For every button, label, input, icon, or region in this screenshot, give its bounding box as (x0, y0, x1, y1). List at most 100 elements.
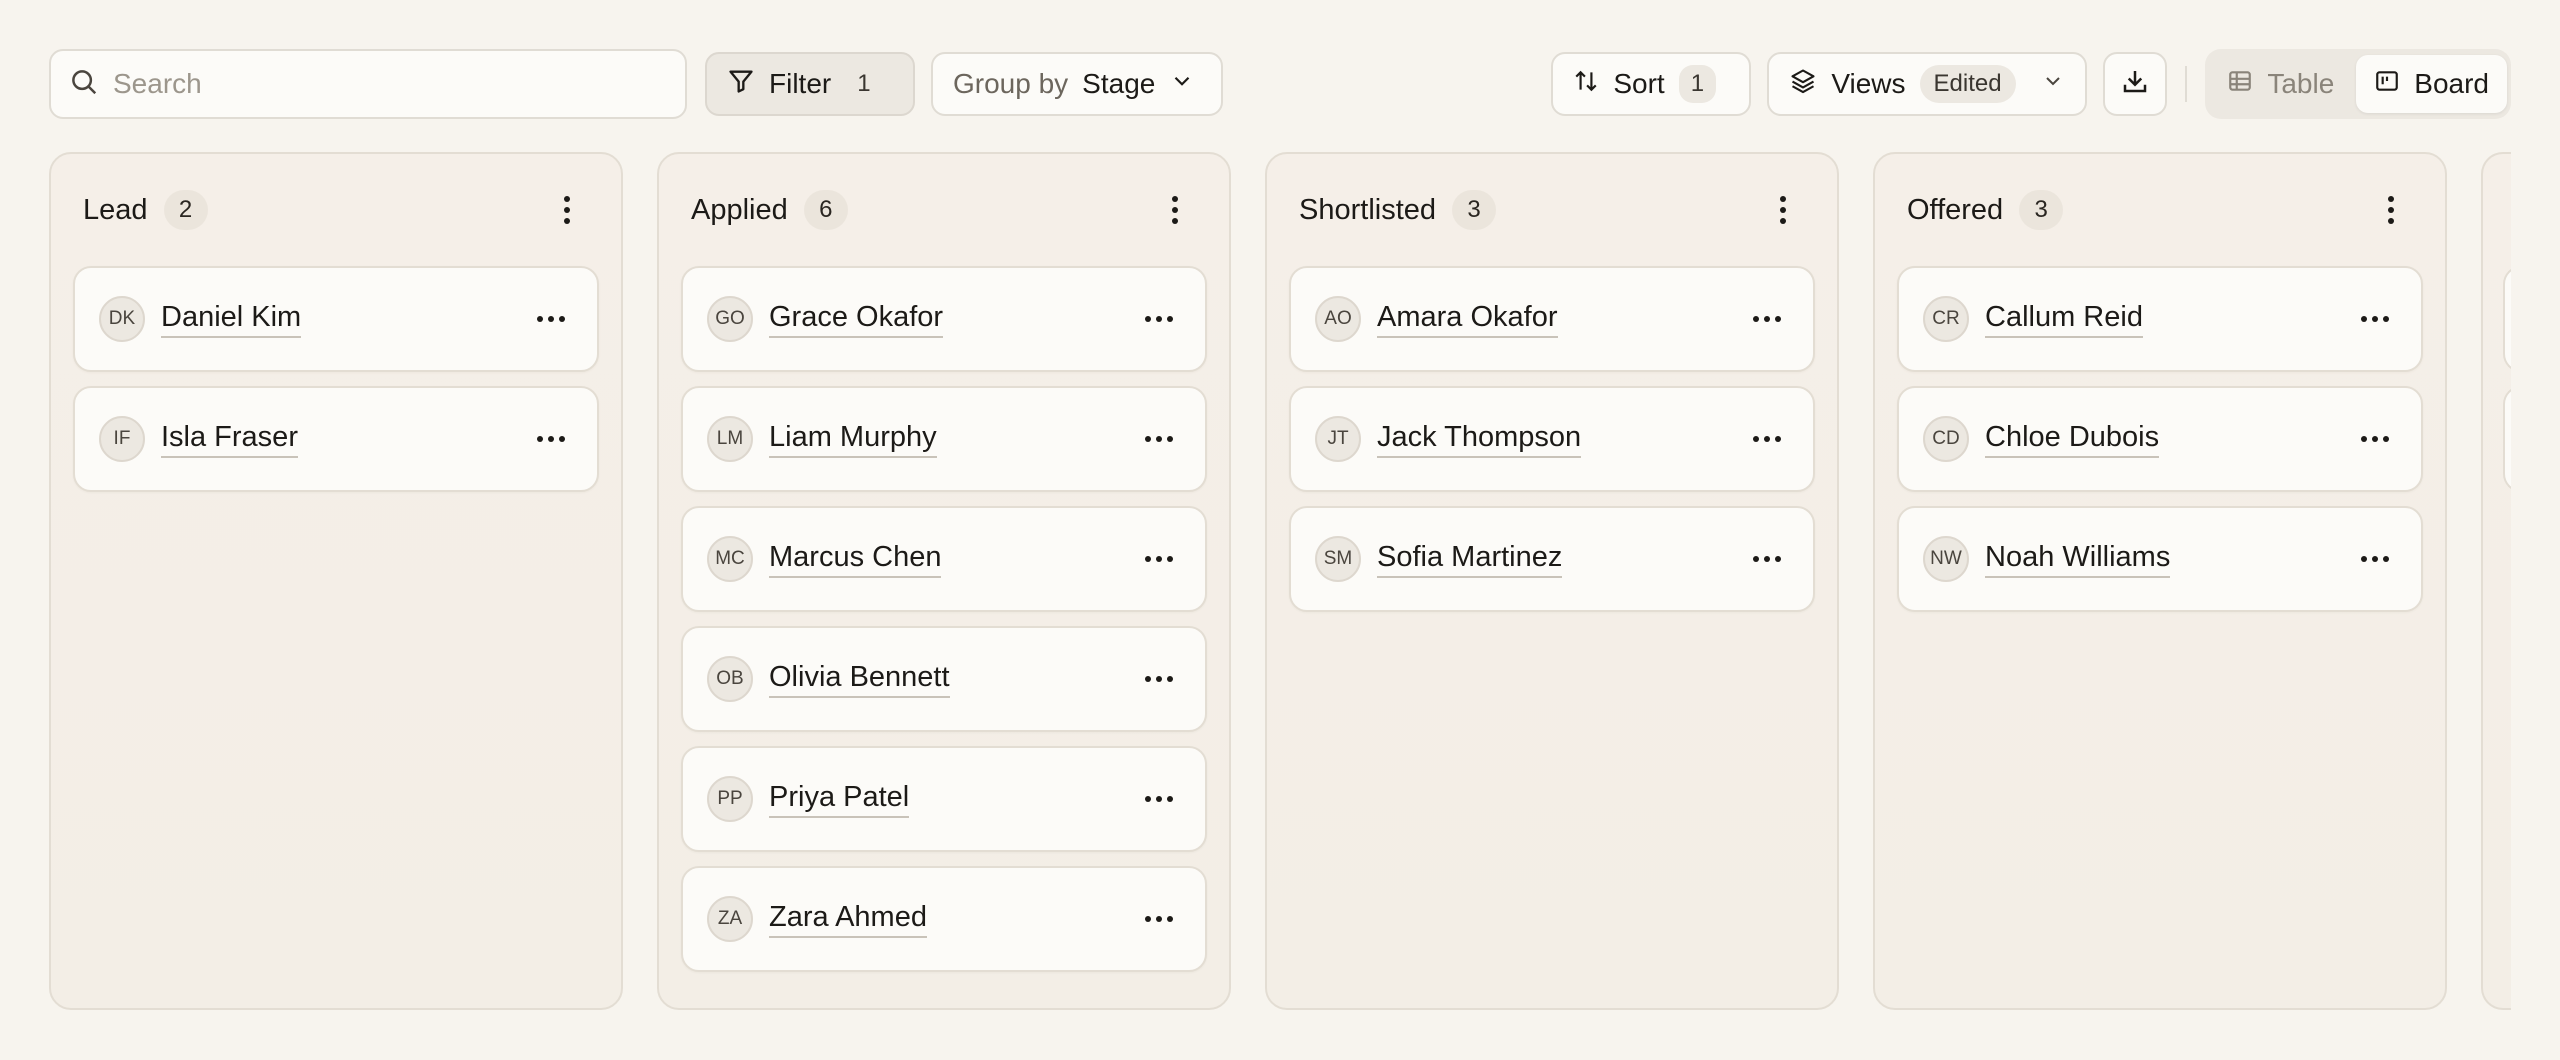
sort-button[interactable]: Sort 1 (1551, 52, 1752, 116)
avatar: OB (707, 656, 753, 702)
views-dropdown[interactable]: Views Edited (1767, 52, 2088, 116)
avatar: LM (707, 416, 753, 462)
filter-button[interactable]: Filter 1 (705, 52, 915, 116)
card-more-icon[interactable] (1137, 777, 1181, 821)
group-by-dropdown[interactable]: Group by Stage (931, 52, 1223, 116)
sort-icon (1573, 68, 1599, 101)
candidate-card[interactable]: AO Amara Okafor (1289, 266, 1815, 372)
candidate-card[interactable]: OB Olivia Bennett (681, 626, 1207, 732)
group-by-value: Stage (1082, 68, 1156, 99)
avatar: IF (99, 416, 145, 462)
group-by-label: Group by (953, 68, 1069, 99)
board-column-lead: Lead 2 DK Daniel Kim IF Isla Fraser (49, 152, 623, 1010)
card-more-icon[interactable] (1137, 537, 1181, 581)
avatar: SM (1315, 536, 1361, 582)
column-title: Applied (691, 193, 788, 226)
views-edited-badge: Edited (1919, 65, 2016, 103)
candidate-card[interactable]: IF Isla Fraser (73, 386, 599, 492)
candidate-card[interactable]: SM Sofia Martinez (1289, 506, 1815, 612)
card-more-icon[interactable] (1137, 657, 1181, 701)
column-header: Applied 6 (681, 154, 1207, 266)
card-more-icon[interactable] (1745, 537, 1789, 581)
candidate-card[interactable]: ZA Zara Ahmed (681, 866, 1207, 972)
column-more-icon[interactable] (2369, 188, 2413, 232)
candidate-card[interactable]: GO Grace Okafor (681, 266, 1207, 372)
card-more-icon[interactable] (2353, 297, 2397, 341)
avatar: NW (1923, 536, 1969, 582)
candidate-card[interactable]: LM Liam Murphy (681, 386, 1207, 492)
candidate-name-link[interactable]: Grace Okafor (769, 300, 944, 338)
card-more-icon[interactable] (1745, 417, 1789, 461)
candidate-name-link[interactable]: Jack Thompson (1377, 420, 1582, 458)
candidate-card[interactable]: JT Jack Thompson (1289, 386, 1815, 492)
candidate-card-partial[interactable] (2503, 386, 2511, 492)
candidate-name-link[interactable]: Chloe Dubois (1985, 420, 2160, 458)
column-header: Offered 3 (1897, 154, 2423, 266)
column-header: Lead 2 (73, 154, 599, 266)
download-button[interactable] (2103, 52, 2168, 116)
candidate-card[interactable]: PP Priya Patel (681, 746, 1207, 852)
avatar: PP (707, 776, 753, 822)
sort-count-badge: 1 (1678, 65, 1717, 103)
candidate-card-partial[interactable] (2503, 266, 2511, 372)
card-more-icon[interactable] (1137, 897, 1181, 941)
board-column-applied: Applied 6 GO Grace Okafor LM Liam Murphy… (657, 152, 1231, 1010)
candidate-name-link[interactable]: Liam Murphy (769, 420, 937, 458)
search-box[interactable] (49, 49, 687, 119)
search-icon (69, 67, 99, 102)
column-more-icon[interactable] (545, 188, 589, 232)
candidate-name-link[interactable]: Isla Fraser (161, 420, 298, 458)
candidate-name-link[interactable]: Noah Williams (1985, 540, 2171, 578)
filter-label: Filter (769, 68, 832, 99)
view-switcher: Table Board (2205, 49, 2511, 119)
toolbar: Filter 1 Group by Stage Sort 1 Views Edi… (49, 49, 2511, 119)
column-count-badge: 3 (2019, 190, 2064, 230)
candidate-card[interactable]: NW Noah Williams (1897, 506, 2423, 612)
column-title: Offered (1907, 193, 2004, 226)
layers-icon (1789, 67, 1817, 102)
candidate-card[interactable]: DK Daniel Kim (73, 266, 599, 372)
candidate-card[interactable]: CD Chloe Dubois (1897, 386, 2423, 492)
chevron-down-icon (1169, 68, 1195, 101)
column-more-icon[interactable] (1761, 188, 1805, 232)
filter-icon (727, 67, 755, 102)
candidate-name-link[interactable]: Marcus Chen (769, 540, 942, 578)
board-column-shortlisted: Shortlisted 3 AO Amara Okafor JT Jack Th… (1265, 152, 1839, 1010)
avatar: ZA (707, 896, 753, 942)
avatar: CR (1923, 296, 1969, 342)
candidate-card[interactable]: MC Marcus Chen (681, 506, 1207, 612)
candidate-name-link[interactable]: Olivia Bennett (769, 660, 950, 698)
table-view-label: Table (2267, 68, 2335, 99)
column-count-badge: 3 (1452, 190, 1497, 230)
card-more-icon[interactable] (1137, 417, 1181, 461)
candidate-name-link[interactable]: Amara Okafor (1377, 300, 1558, 338)
toolbar-divider (2185, 66, 2188, 102)
card-more-icon[interactable] (2353, 417, 2397, 461)
board-view-toggle[interactable]: Board (2356, 55, 2507, 113)
candidate-name-link[interactable]: Priya Patel (769, 780, 910, 818)
card-more-icon[interactable] (529, 297, 573, 341)
table-view-toggle[interactable]: Table (2209, 55, 2352, 113)
avatar: GO (707, 296, 753, 342)
views-label: Views (1831, 68, 1906, 99)
search-input[interactable] (113, 68, 653, 100)
kanban-board: Lead 2 DK Daniel Kim IF Isla Fraser Appl… (49, 152, 2511, 1012)
avatar: MC (707, 536, 753, 582)
candidate-name-link[interactable]: Daniel Kim (161, 300, 302, 338)
filter-count-badge: 1 (857, 70, 871, 97)
card-more-icon[interactable] (1745, 297, 1789, 341)
candidate-name-link[interactable]: Callum Reid (1985, 300, 2143, 338)
avatar: DK (99, 296, 145, 342)
column-more-icon[interactable] (1153, 188, 1197, 232)
candidate-name-link[interactable]: Sofia Martinez (1377, 540, 1563, 578)
candidate-name-link[interactable]: Zara Ahmed (769, 900, 927, 938)
candidate-card[interactable]: CR Callum Reid (1897, 266, 2423, 372)
card-more-icon[interactable] (1137, 297, 1181, 341)
board-column-offered: Offered 3 CR Callum Reid CD Chloe Dubois… (1873, 152, 2447, 1010)
avatar: JT (1315, 416, 1361, 462)
card-more-icon[interactable] (2353, 537, 2397, 581)
board-icon (2374, 68, 2400, 101)
column-header: Shortlisted 3 (1289, 154, 1815, 266)
column-count-badge: 6 (803, 190, 848, 230)
card-more-icon[interactable] (529, 417, 573, 461)
